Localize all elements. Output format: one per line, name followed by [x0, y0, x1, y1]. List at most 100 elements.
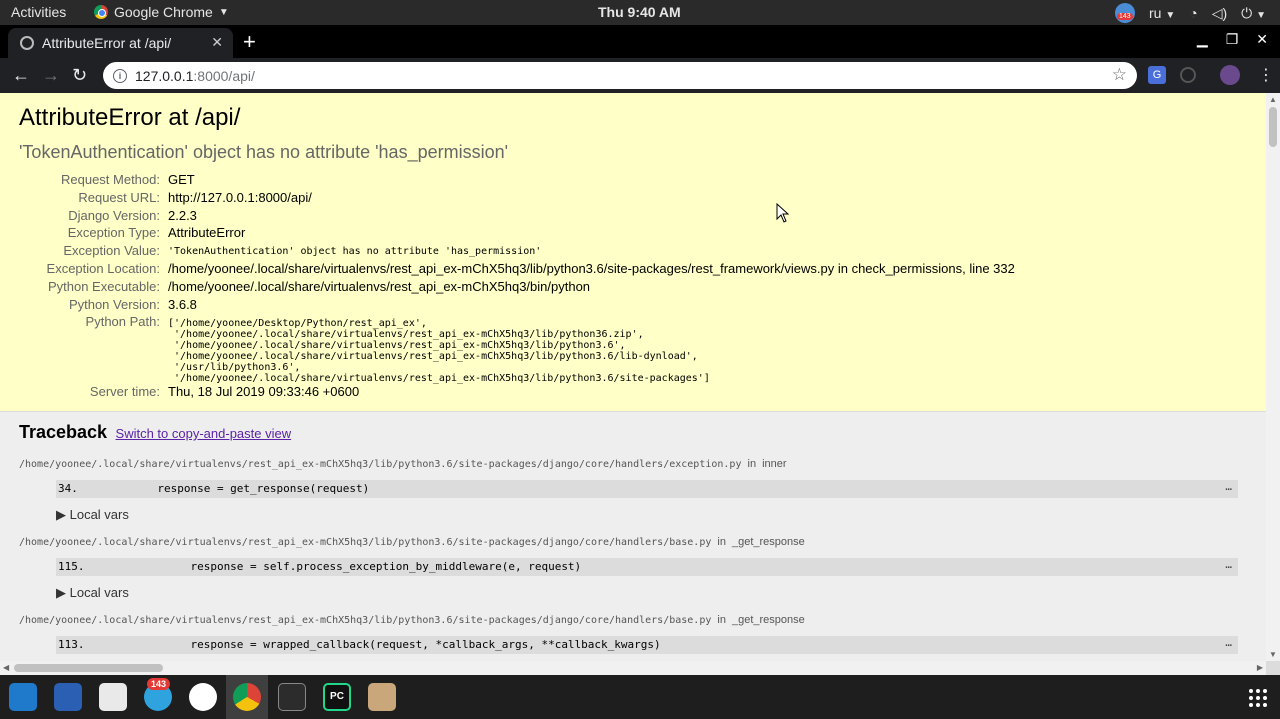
meta-value: /home/yoonee/.local/share/virtualenvs/re…: [168, 278, 591, 294]
pycharm-icon[interactable]: PC: [323, 683, 351, 711]
page-title: AttributeError at /api/: [19, 104, 241, 131]
evince-icon[interactable]: [99, 683, 127, 711]
frame-file-path: /home/yoonee/.local/share/virtualenvs/re…: [19, 536, 1247, 548]
language-indicator[interactable]: ru ▼: [1149, 5, 1175, 21]
meta-label: Server time:: [89, 384, 160, 400]
meta-row: Django Version: 2.2.3: [19, 208, 1015, 226]
meta-label: Python Path:: [85, 314, 160, 330]
scroll-up-icon[interactable]: ▲: [1269, 95, 1277, 104]
scroll-right-icon[interactable]: ▶: [1257, 663, 1263, 672]
meta-row: Python Path: ['/home/yoonee/Desktop/Pytho…: [19, 314, 1015, 384]
tab-strip: AttributeError at /api/ ✕ + ▁ ❐ ✕: [0, 25, 1280, 58]
vscode-icon[interactable]: [9, 683, 37, 711]
new-tab-button[interactable]: +: [243, 29, 256, 55]
meta-label: Exception Type:: [67, 225, 160, 241]
mouse-cursor-icon: [776, 203, 790, 223]
scrollbar-thumb[interactable]: [1269, 107, 1277, 147]
meta-value: Thu, 18 Jul 2019 09:33:46 +0600: [168, 384, 360, 400]
terminal-icon[interactable]: [278, 683, 306, 711]
code-text: 34. response = get_response(request): [58, 482, 370, 495]
app-menu[interactable]: Google Chrome ▼: [94, 4, 229, 20]
frame-code-line[interactable]: 113. response = wrapped_callback(request…: [56, 636, 1238, 654]
traceback-section: Traceback Switch to copy-and-paste view …: [0, 412, 1266, 661]
star-icon[interactable]: ☆: [1112, 65, 1127, 85]
expand-context-button[interactable]: …: [1225, 556, 1232, 574]
meta-label: Python Executable:: [47, 278, 160, 294]
meta-row: Server time: Thu, 18 Jul 2019 09:33:46 +0…: [19, 384, 1015, 402]
close-window-icon[interactable]: ✕: [1256, 31, 1268, 48]
frame-file-path: /home/yoonee/.local/share/virtualenvs/re…: [19, 614, 1247, 626]
function-name: inner: [762, 458, 787, 470]
power-icon[interactable]: ⏻ ▼: [1241, 5, 1266, 22]
profile-avatar[interactable]: [1220, 65, 1240, 85]
meta-row: Exception Type: AttributeError: [19, 225, 1015, 243]
more-menu-icon[interactable]: ⋮: [1258, 65, 1274, 85]
toolbar: ← → ↻ i 127.0.0.1:8000/api/ ☆ G ⋮: [0, 58, 1280, 93]
function-name: _get_response: [731, 614, 805, 626]
chrome-icon: [94, 5, 108, 19]
meta-label: Django Version:: [68, 207, 160, 223]
clock[interactable]: Thu 9:40 AM: [598, 4, 681, 20]
meta-label: Exception Value:: [63, 243, 160, 259]
meta-value: AttributeError: [168, 225, 246, 241]
meta-value: GET: [168, 172, 195, 187]
translate-extension-icon[interactable]: G: [1148, 66, 1166, 84]
scroll-down-icon[interactable]: ▼: [1269, 650, 1277, 659]
extension-icon[interactable]: [1180, 67, 1196, 83]
meta-row: Request Method: GET: [19, 172, 1015, 190]
url-path: :8000/api/: [193, 67, 255, 84]
activities-button[interactable]: Activities: [11, 4, 66, 20]
back-arrow-icon[interactable]: ←: [12, 65, 30, 86]
minimize-icon[interactable]: ▁: [1197, 31, 1208, 48]
local-vars-toggle[interactable]: ▶ Local vars: [56, 507, 1247, 523]
function-name: _get_response: [731, 536, 805, 548]
reload-icon[interactable]: ↻: [72, 65, 87, 86]
system-tray: 143 ru ▼ ◔ ◁) ⏻ ▼: [1114, 3, 1266, 23]
slack-icon[interactable]: [189, 683, 217, 711]
tab-active[interactable]: AttributeError at /api/ ✕: [8, 28, 233, 58]
meta-row: Exception Location: /home/yoonee/.local/s…: [19, 261, 1015, 279]
meta-row: Python Executable: /home/yoonee/.local/sh…: [19, 279, 1015, 297]
telegram-badge: 143: [147, 678, 171, 690]
frame-code-line[interactable]: 34. response = get_response(request) …: [56, 480, 1238, 498]
meta-value: 'TokenAuthentication' object has no attr…: [168, 246, 542, 258]
meta-value: /home/yoonee/.local/share/virtualenvs/re…: [168, 260, 1015, 276]
close-icon[interactable]: ✕: [211, 34, 223, 51]
archive-manager-icon[interactable]: [368, 683, 396, 711]
file-path: /home/yoonee/.local/share/virtualenvs/re…: [19, 615, 712, 626]
extensions: G ⋮: [1148, 65, 1274, 85]
writer-icon[interactable]: [54, 683, 82, 711]
scrollbar-thumb[interactable]: [14, 664, 163, 672]
restore-icon[interactable]: ❐: [1226, 31, 1239, 48]
horizontal-scrollbar[interactable]: ◀ ▶: [0, 661, 1266, 675]
forward-arrow-icon[interactable]: →: [42, 65, 60, 86]
meta-label: Exception Location:: [46, 260, 160, 276]
scroll-left-icon[interactable]: ◀: [3, 663, 9, 672]
show-apps-icon[interactable]: [1249, 689, 1267, 707]
request-meta-table: Request Method: GET Request URL: http://12…: [19, 172, 1015, 402]
info-icon[interactable]: i: [113, 68, 127, 83]
code-text: 113. response = wrapped_callback(request…: [58, 638, 661, 651]
expand-context-button[interactable]: …: [1225, 634, 1232, 652]
expand-context-button[interactable]: …: [1225, 478, 1232, 496]
chrome-icon[interactable]: [233, 683, 261, 711]
in-word: in: [747, 458, 757, 470]
switch-view-link[interactable]: Switch to copy-and-paste view: [116, 426, 292, 441]
vertical-scrollbar[interactable]: ▲ ▼: [1266, 93, 1280, 661]
notification-icon[interactable]: 143: [1114, 3, 1135, 23]
gnome-top-bar: Activities Google Chrome ▼ Thu 9:40 AM 1…: [0, 0, 1280, 25]
local-vars-toggle[interactable]: ▶ Local vars: [56, 585, 1247, 601]
notification-badge: 143: [1116, 13, 1133, 20]
frame-code-line[interactable]: 115. response = self.process_exception_b…: [56, 558, 1238, 576]
globe-icon: [20, 36, 34, 50]
error-summary: AttributeError at /api/ 'TokenAuthentica…: [0, 93, 1266, 412]
code-text: 115. response = self.process_exception_b…: [58, 560, 582, 573]
volume-icon[interactable]: ◁): [1212, 5, 1227, 22]
in-word: in: [717, 614, 726, 626]
chevron-down-icon: ▼: [1165, 10, 1176, 21]
wifi-icon[interactable]: ◔: [1189, 5, 1197, 21]
file-path: /home/yoonee/.local/share/virtualenvs/re…: [19, 459, 742, 470]
address-bar[interactable]: i 127.0.0.1:8000/api/ ☆: [103, 62, 1137, 89]
in-word: in: [717, 536, 726, 548]
url-host: 127.0.0.1: [135, 67, 194, 84]
